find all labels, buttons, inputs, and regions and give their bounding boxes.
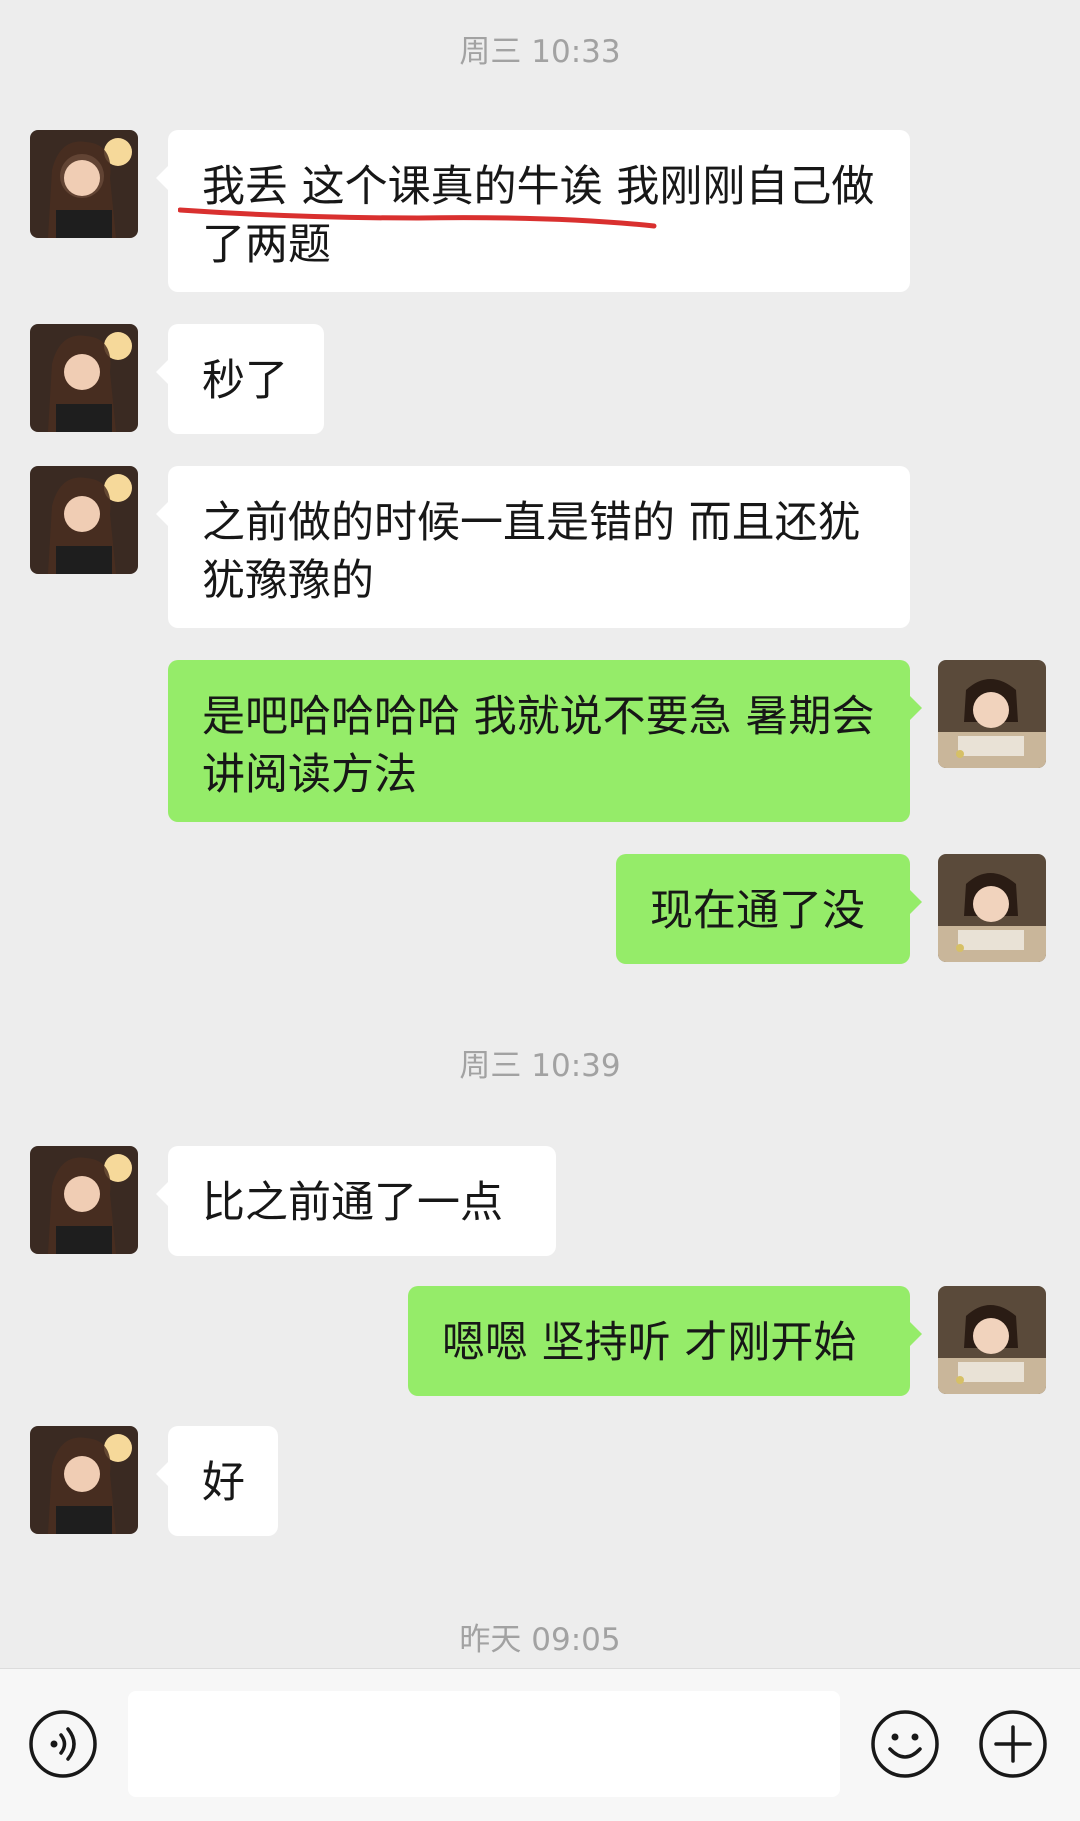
- message-bubble-outgoing[interactable]: 是吧哈哈哈哈 我就说不要急 暑期会讲阅读方法: [168, 660, 922, 822]
- message-bubble-incoming[interactable]: 秒了: [156, 324, 324, 434]
- message-bubble-outgoing[interactable]: 现在通了没: [616, 854, 922, 964]
- self-avatar[interactable]: [938, 660, 1046, 768]
- red-underline-annotation: [178, 207, 657, 229]
- timestamp: 周三 10:33: [459, 34, 621, 70]
- timestamp: 昨天 09:05: [459, 1622, 621, 1658]
- message-bubble-incoming[interactable]: 之前做的时候一直是错的 而且还犹犹豫豫的: [156, 466, 910, 628]
- timestamp: 周三 10:39: [459, 1048, 621, 1084]
- message-bubble-incoming[interactable]: 好: [156, 1426, 278, 1536]
- self-avatar[interactable]: [938, 1286, 1046, 1394]
- self-avatar[interactable]: [938, 854, 1046, 962]
- plus-icon[interactable]: [978, 1709, 1048, 1779]
- contact-avatar[interactable]: [30, 1146, 138, 1254]
- message-bubble-incoming[interactable]: 比之前通了一点: [156, 1146, 556, 1256]
- contact-avatar[interactable]: [30, 130, 138, 238]
- message-input[interactable]: [128, 1691, 840, 1797]
- message-bubble-outgoing[interactable]: 嗯嗯 坚持听 才刚开始: [408, 1286, 922, 1396]
- contact-avatar[interactable]: [30, 1426, 138, 1534]
- contact-avatar[interactable]: [30, 466, 138, 574]
- input-bar: [0, 1668, 1080, 1821]
- voice-icon[interactable]: [28, 1709, 98, 1779]
- emoji-icon[interactable]: [870, 1709, 940, 1779]
- contact-avatar[interactable]: [30, 324, 138, 432]
